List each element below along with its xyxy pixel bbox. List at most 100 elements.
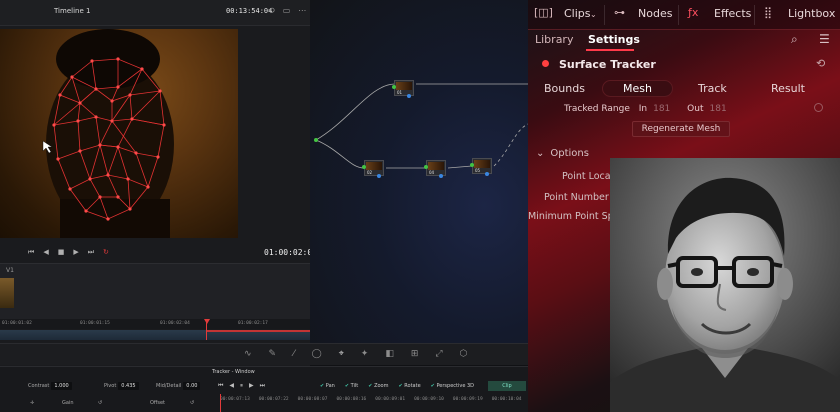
out-label: Out <box>687 104 704 114</box>
video-viewer[interactable] <box>0 29 238 238</box>
tracker-ruler[interactable]: 00:00:07:13 00:00:07:22 00:00:08:07 00:00:… <box>220 397 560 402</box>
magic-mask-icon[interactable]: ✦ <box>361 349 369 359</box>
play-icon[interactable]: ▶ <box>73 248 78 257</box>
node-01[interactable]: 01 <box>392 80 414 98</box>
tracker-window-title: Tracker - Window <box>212 369 255 375</box>
check-pan[interactable]: ✔ Pan <box>320 383 335 389</box>
track-reverse-icon[interactable]: ◀ <box>229 382 234 390</box>
out-value[interactable]: 181 <box>710 104 727 114</box>
presenter-photo <box>610 158 840 412</box>
window-icon[interactable]: ◯ <box>312 349 322 359</box>
point-number-label: Point Number L <box>544 192 618 203</box>
tracker-icon[interactable]: ⌖ <box>339 349 344 359</box>
picker-icon[interactable]: ⁄ <box>293 349 295 359</box>
effect-title: Surface Tracker <box>542 58 656 71</box>
options-section[interactable]: ⌄ Options <box>536 148 589 159</box>
ruler-tick: 01:00:01:15 <box>80 321 110 326</box>
curve-tool-icon[interactable]: ∿ <box>244 349 252 359</box>
clip-mode-button[interactable]: Clip <box>488 381 526 391</box>
pivot-field[interactable]: 0.435 <box>118 382 139 390</box>
key-icon[interactable]: ⊞ <box>411 349 419 359</box>
search-icon[interactable]: ⌕ <box>791 32 798 47</box>
skip-back-icon[interactable]: ⏮ <box>28 248 34 257</box>
tracked-range-row: Tracked Range In 181 Out 181 <box>564 104 741 114</box>
pivot-control: Pivot 0.435 <box>104 382 139 390</box>
blur-icon[interactable]: ◧ <box>385 349 394 359</box>
enable-dot-icon[interactable] <box>542 60 549 67</box>
regenerate-mesh-button[interactable]: Regenerate Mesh <box>632 121 730 137</box>
sizing-icon[interactable]: ⤢ <box>435 349 442 359</box>
face-mesh-overlay <box>42 29 174 238</box>
reset-icon[interactable]: ⟲ <box>816 57 825 70</box>
gain-label: Gain <box>62 400 74 406</box>
in-label: In <box>638 104 648 114</box>
clips-icon[interactable]: [◫] <box>534 6 553 19</box>
node-02[interactable]: 02 <box>362 160 384 178</box>
contrast-field[interactable]: 1.000 <box>51 382 72 390</box>
step-back-icon[interactable]: ◀ <box>43 248 48 257</box>
check-perspective-3d[interactable]: ✔ Perspective 3D <box>431 383 474 389</box>
ruler-tick: 01:00:01:02 <box>2 321 32 326</box>
tracked-range-label: Tracked Range <box>564 104 630 114</box>
track-last-icon[interactable]: ⏭ <box>260 382 265 390</box>
middetail-label: Mid/Detail <box>156 383 182 389</box>
middetail-field[interactable]: 0.00 <box>183 382 201 390</box>
node-04[interactable]: 04 <box>424 160 446 178</box>
tracker-playhead <box>220 394 221 412</box>
subtab-track[interactable]: Track <box>698 82 727 95</box>
track-first-icon[interactable]: ⏮ <box>218 382 223 390</box>
playhead-line <box>206 322 207 340</box>
crosshair-icon[interactable]: ✛ <box>30 400 34 406</box>
palette-toolbar: ∿ ✎ ⁄ ◯ ⌖ ✦ ◧ ⊞ ⤢ ⬡ <box>0 343 528 365</box>
timeline-name-dropdown[interactable]: Timeline 1 <box>54 7 90 15</box>
layout-icon[interactable]: ▭ <box>283 6 291 15</box>
keyframe-dot-icon[interactable] <box>814 103 823 112</box>
stop-icon[interactable]: ■ <box>58 248 65 257</box>
contrast-label: Contrast <box>28 383 50 389</box>
chevron-down-icon: ⌄ <box>536 148 545 159</box>
3d-icon[interactable]: ⬡ <box>460 349 468 359</box>
playhead-marker[interactable] <box>204 319 210 324</box>
nodes-icon[interactable]: ⊶ <box>614 6 625 19</box>
effects-tab[interactable]: Effects <box>714 7 751 20</box>
tracker-panel: Contrast 1.000 Pivot 0.435 Mid/Detail 0.00 … <box>0 366 560 412</box>
ruler-tick: 01:00:02:17 <box>238 321 268 326</box>
sync-icon[interactable]: ⟲ <box>268 6 275 15</box>
subtab-mesh[interactable]: Mesh <box>602 80 673 97</box>
subtab-result[interactable]: Result <box>771 82 805 95</box>
loop-icon[interactable]: ↻ <box>103 248 109 257</box>
check-zoom[interactable]: ✔ Zoom <box>368 383 388 389</box>
reset-offset-icon[interactable]: ↺ <box>190 400 194 406</box>
timeline-track-area[interactable]: V1 <box>0 263 310 319</box>
clip-thumbnail[interactable] <box>0 278 14 308</box>
qualifier-icon[interactable]: ✎ <box>269 349 277 359</box>
settings-tab[interactable]: Settings <box>588 33 640 46</box>
library-tab[interactable]: Library <box>535 33 573 46</box>
nodes-tab[interactable]: Nodes <box>638 7 672 20</box>
lightbox-tab[interactable]: Lightbox <box>788 7 835 20</box>
in-value[interactable]: 181 <box>653 104 670 114</box>
chevron-down-icon[interactable]: ⌄ <box>590 10 597 19</box>
node-editor[interactable]: 01 02 04 05 <box>310 0 528 343</box>
viewer-header: Timeline 1 00:13:54:04 ⟲ ▭ ⋯ <box>0 0 310 26</box>
lightbox-icon[interactable]: ⣿ <box>764 6 772 19</box>
settings-tab-underline <box>586 49 634 51</box>
clips-tab[interactable]: Clips <box>564 7 591 20</box>
more-icon[interactable]: ⋯ <box>298 6 306 15</box>
menu-icon[interactable]: ☰ <box>819 32 830 46</box>
transport-controls: ⏮ ◀ ■ ▶ ⏭ ↻ 01:00:02:08 <box>0 244 317 262</box>
node-connections <box>314 83 528 169</box>
ruler-tick: 01:00:02:04 <box>160 321 190 326</box>
point-location-label: Point Locati <box>562 171 617 182</box>
top-toolbar: [◫] Clips ⌄ ⊶ Nodes ƒx Effects ⣿ Lightbo… <box>528 0 840 30</box>
reset-gain-icon[interactable]: ↺ <box>98 400 102 406</box>
tracker-subtabs: Bounds Mesh Track Result <box>528 79 840 99</box>
fx-icon[interactable]: ƒx <box>688 6 698 19</box>
track-forward-icon[interactable]: ▶ <box>249 382 254 390</box>
node-05[interactable]: 05 <box>470 158 492 176</box>
check-rotate[interactable]: ✔ Rotate <box>398 383 420 389</box>
subtab-bounds[interactable]: Bounds <box>544 82 585 95</box>
check-tilt[interactable]: ✔ Tilt <box>345 383 358 389</box>
skip-forward-icon[interactable]: ⏭ <box>88 248 94 257</box>
track-pause-icon[interactable]: ⏸ <box>240 382 243 390</box>
